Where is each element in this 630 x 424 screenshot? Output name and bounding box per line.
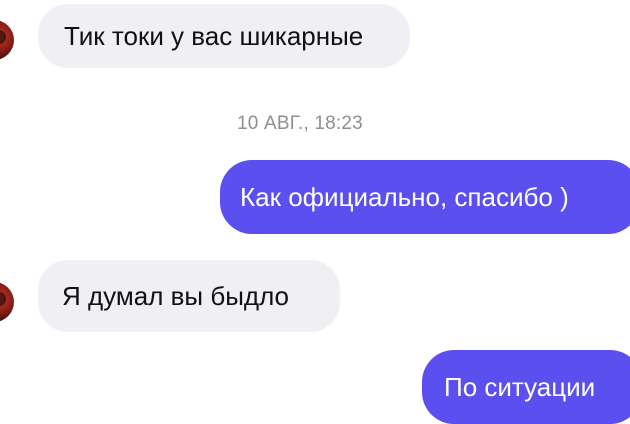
outgoing-message-bubble[interactable]: Как официально, спасибо ) — [220, 160, 630, 234]
message-text: Тик токи у вас шикарные — [64, 21, 364, 51]
outgoing-message-bubble[interactable]: По ситуации — [422, 350, 630, 424]
incoming-message-bubble[interactable]: Тик токи у вас шикарные — [38, 4, 410, 68]
message-text: Как официально, спасибо ) — [240, 182, 569, 212]
message-text: Я думал вы быдло — [62, 281, 290, 311]
sender-avatar[interactable] — [0, 20, 14, 60]
message-text: По ситуации — [444, 372, 596, 402]
message-timestamp: 10 АВГ., 18:23 — [237, 113, 363, 134]
incoming-message-bubble[interactable]: Я думал вы быдло — [38, 260, 340, 332]
sender-avatar[interactable] — [0, 282, 14, 322]
